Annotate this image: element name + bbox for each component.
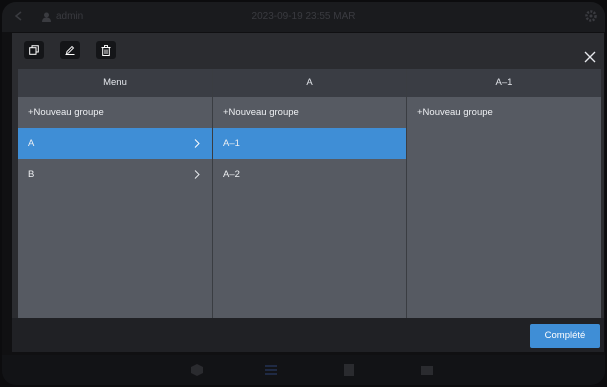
pencil-icon <box>65 45 75 55</box>
group-a-new-group-label: +Nouveau groupe <box>223 107 299 118</box>
group-columns-panel: Menu +Nouveau groupe A B A +Nouveau grou… <box>18 69 601 318</box>
group-a-row-a-1-label: A–1 <box>223 138 240 149</box>
device-screen: admin 2023-09-19 23:55 MAR Menu +Nouveau… <box>2 2 605 385</box>
menu-new-group-row[interactable]: +Nouveau groupe <box>18 97 212 128</box>
group-a-1-new-group-row[interactable]: +Nouveau groupe <box>407 97 601 128</box>
background-top-bar: admin 2023-09-19 23:55 MAR <box>2 2 605 32</box>
folder-icon <box>421 366 433 375</box>
copy-button[interactable] <box>24 41 44 59</box>
copy-icon <box>29 45 39 55</box>
edit-button[interactable] <box>60 41 80 59</box>
complete-button[interactable]: Complété <box>530 324 600 348</box>
group-a-column-header: A <box>213 69 406 97</box>
group-a-1-new-group-label: +Nouveau groupe <box>417 107 493 118</box>
close-icon[interactable] <box>584 51 596 63</box>
menu-row-b[interactable]: B <box>18 159 212 190</box>
menu-row-b-label: B <box>28 169 35 180</box>
list-icon <box>265 365 277 375</box>
group-a-new-group-row[interactable]: +Nouveau groupe <box>213 97 406 128</box>
trash-icon <box>101 44 111 56</box>
group-a-1-column-header: A–1 <box>407 69 601 97</box>
delete-button[interactable] <box>96 41 116 59</box>
menu-new-group-label: +Nouveau groupe <box>28 107 104 118</box>
group-a-row-a-2[interactable]: A–2 <box>213 159 406 190</box>
menu-column-header: Menu <box>18 69 212 97</box>
chevron-right-icon <box>194 170 200 179</box>
chevron-right-icon <box>194 139 200 148</box>
background-datetime: 2023-09-19 23:55 MAR <box>251 11 356 22</box>
menu-row-a[interactable]: A <box>18 128 212 159</box>
group-a-1-column: A–1 +Nouveau groupe <box>406 69 601 318</box>
cube-icon <box>191 364 203 376</box>
document-icon <box>344 364 354 376</box>
gear-icon <box>585 10 597 22</box>
menu-column: Menu +Nouveau groupe A B <box>18 69 212 318</box>
background-bottom-nav <box>2 355 605 385</box>
dialog-footer: Complété <box>12 318 604 352</box>
group-a-row-a-1[interactable]: A–1 <box>213 128 406 159</box>
group-editor-dialog: Menu +Nouveau groupe A B A +Nouveau grou… <box>12 33 604 352</box>
menu-row-a-label: A <box>28 138 35 149</box>
group-a-column: A +Nouveau groupe A–1 A–2 <box>212 69 406 318</box>
group-a-row-a-2-label: A–2 <box>223 169 240 180</box>
